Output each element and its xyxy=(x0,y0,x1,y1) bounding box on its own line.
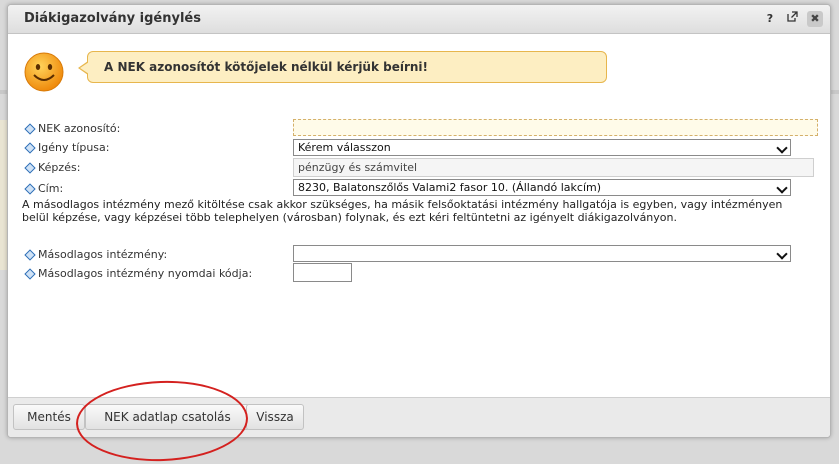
diamond-icon xyxy=(24,142,36,154)
diamond-icon xyxy=(24,183,36,195)
address-value: 8230, Balatonszőlős Valami2 fasor 10. (Á… xyxy=(298,181,602,194)
diamond-icon xyxy=(24,162,36,174)
secondary-institution-note: A másodlagos intézmény mező kitöltése cs… xyxy=(22,198,783,224)
close-icon[interactable]: ✖ xyxy=(807,11,823,27)
address-label: Cím: xyxy=(38,182,64,195)
nek-input[interactable] xyxy=(293,119,818,136)
print-code-label: Másodlagos intézmény nyomdai kódja: xyxy=(38,267,253,280)
nek-label: NEK azonosító: xyxy=(38,122,121,135)
request-type-label: Igény típusa: xyxy=(38,141,110,154)
help-icon[interactable]: ? xyxy=(762,11,778,27)
training-label: Képzés: xyxy=(38,161,81,174)
chevron-down-icon xyxy=(776,142,788,154)
print-code-input[interactable] xyxy=(293,263,352,282)
training-field: pénzügy és számvitel xyxy=(293,158,814,177)
smiley-icon xyxy=(24,52,64,92)
secondary-institution-label: Másodlagos intézmény: xyxy=(38,248,168,261)
request-type-value: Kérem válasszon xyxy=(298,141,391,154)
student-id-request-dialog: Diákigazolvány igénylés ? ✖ A NEK azonos… xyxy=(7,4,831,438)
dialog-title: Diákigazolvány igénylés xyxy=(24,11,201,26)
diamond-icon xyxy=(24,249,36,261)
chevron-down-icon xyxy=(776,248,788,260)
dialog-titlebar: Diákigazolvány igénylés ? ✖ xyxy=(8,5,830,34)
notice-callout: A NEK azonosítót kötőjelek nélkül kérjük… xyxy=(78,51,607,83)
save-button[interactable]: Mentés xyxy=(13,404,85,430)
popout-icon[interactable] xyxy=(784,11,800,27)
notice-text: A NEK azonosítót kötőjelek nélkül kérjük… xyxy=(104,60,429,74)
diamond-icon xyxy=(24,123,36,135)
diamond-icon xyxy=(24,268,36,280)
back-button[interactable]: Vissza xyxy=(246,404,304,430)
secondary-institution-select[interactable] xyxy=(293,245,791,262)
address-select[interactable]: 8230, Balatonszőlős Valami2 fasor 10. (Á… xyxy=(293,179,791,196)
chevron-down-icon xyxy=(776,182,788,194)
callout-tail-inner xyxy=(80,62,89,74)
request-type-select[interactable]: Kérem válasszon xyxy=(293,139,791,156)
